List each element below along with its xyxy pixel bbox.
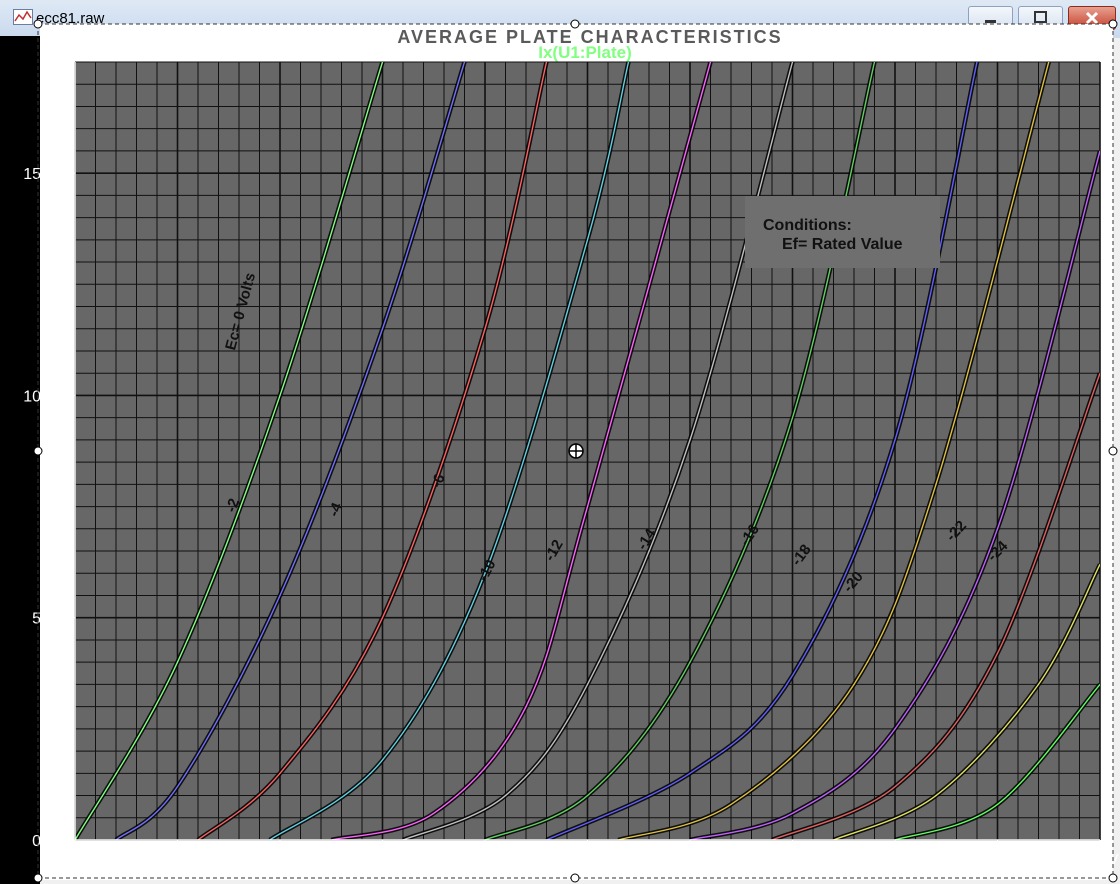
y-tick-label: 5mA xyxy=(32,611,65,628)
x-tick-label: 450V xyxy=(979,852,1017,869)
x-tick-label: 250V xyxy=(569,852,607,869)
x-tick-label: 0V xyxy=(65,852,85,869)
filament-condition-label: Ef= Rated Value xyxy=(782,236,903,253)
plate-characteristics-chart[interactable]: Ec= 0 Volts-2 -4-6-10-12 -14 -16-18-20-22-2… xyxy=(0,0,1120,884)
x-tick-label: 350V xyxy=(774,852,812,869)
x-tick-label: 50V xyxy=(163,852,192,869)
x-tick-label: 300V xyxy=(671,852,709,869)
x-tick-label: 200V xyxy=(466,852,504,869)
x-tick-label: 400V xyxy=(876,852,914,869)
y-tick-label: 10mA xyxy=(23,388,65,405)
x-tick-label: 100V xyxy=(261,852,299,869)
y-tick-label: 15mA xyxy=(23,166,65,183)
trace-label[interactable]: Ix(U1:Plate) xyxy=(538,43,632,62)
y-tick-label: 0mA xyxy=(32,833,65,850)
conditions-label: Conditions: xyxy=(763,217,852,234)
conditions-box: Conditions: Ef= Rated Value xyxy=(745,196,940,268)
cursor-crosshair-icon[interactable] xyxy=(568,443,584,459)
waveform-window: ecc81.raw Ec= 0 Volts -2 -4 -6 -10 -12 -14 -16-… xyxy=(0,0,1120,884)
x-tick-label: 150V xyxy=(364,852,402,869)
